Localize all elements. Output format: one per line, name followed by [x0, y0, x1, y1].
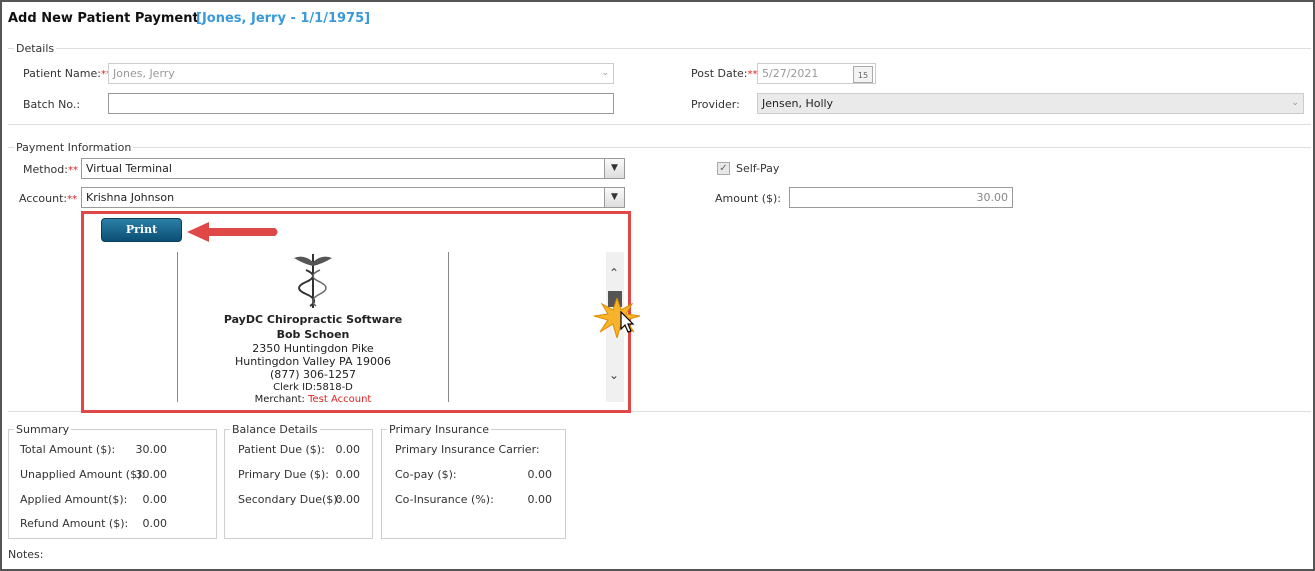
payment-legend: Payment Information — [14, 141, 134, 154]
mouse-cursor-icon — [620, 311, 635, 333]
insurance-label: Co-pay ($): — [395, 468, 457, 481]
post-date-label: Post Date:** — [691, 67, 758, 80]
account-label: Account:** — [19, 192, 78, 205]
details-bottom-divider — [8, 124, 1311, 125]
method-value: Virtual Terminal — [86, 162, 172, 175]
batch-input[interactable] — [108, 93, 614, 114]
self-pay-label: Self-Pay — [736, 162, 780, 175]
amount-input[interactable]: 30.00 — [789, 187, 1013, 208]
patient-tag: [Jones, Jerry - 1/1/1975] — [196, 11, 371, 26]
chevron-down-icon: ⌄ — [601, 68, 609, 78]
account-value: Krishna Johnson — [86, 191, 175, 204]
scroll-down-icon[interactable]: ⌄ — [609, 368, 619, 382]
amount-label: Amount ($): — [715, 192, 782, 205]
provider-label: Provider: — [691, 98, 740, 111]
provider-value: Jensen, Holly — [762, 97, 834, 110]
insurance-legend: Primary Insurance — [387, 423, 491, 436]
receipt-merchant: Merchant: Test Account — [254, 394, 372, 404]
receipt-name: Bob Schoen — [276, 328, 350, 341]
summary-value: 0.00 — [142, 493, 168, 506]
patient-name-label: Patient Name:** — [23, 67, 111, 80]
method-dropdown[interactable]: Virtual Terminal ▼ — [81, 158, 625, 179]
receipt-address2: Huntingdon Valley PA 19006 — [235, 355, 391, 368]
balance-label: Patient Due ($): — [238, 443, 325, 456]
summary-value: 30.00 — [135, 443, 168, 456]
balance-value: 0.00 — [335, 468, 361, 481]
required-mark: ** — [67, 165, 78, 176]
balance-value: 0.00 — [335, 443, 361, 456]
patient-name-dropdown[interactable]: Jones, Jerry ⌄ — [108, 63, 614, 84]
payment-window: Add New Patient Payment [Jones, Jerry - … — [0, 0, 1315, 571]
chevron-down-icon: ⌄ — [1291, 98, 1299, 108]
summary-label: Total Amount ($): — [20, 443, 116, 456]
dropdown-arrow-icon[interactable]: ▼ — [604, 188, 624, 207]
print-receipt-button[interactable]: Print Receipt — [101, 218, 182, 258]
caduceus-logo-icon — [294, 254, 332, 308]
receipt-address1: 2350 Huntingdon Pike — [252, 342, 374, 355]
balance-value: 0.00 — [335, 493, 361, 506]
required-mark: ** — [67, 194, 78, 205]
page-title: Add New Patient Payment — [8, 11, 199, 26]
post-date-input[interactable]: 5/27/2021 15 — [757, 63, 876, 84]
insurance-value: 0.00 — [527, 468, 553, 481]
notes-label: Notes: — [8, 548, 44, 561]
post-date-value: 5/27/2021 — [762, 67, 819, 80]
arrow-left-icon — [187, 222, 278, 242]
self-pay-checkbox[interactable]: ✓ — [717, 162, 730, 175]
insurance-label: Primary Insurance Carrier: — [395, 443, 540, 456]
receipt-company: PayDC Chiropractic Software — [223, 313, 403, 326]
summary-label: Refund Amount ($): — [20, 517, 129, 530]
summary-label: Applied Amount($): — [20, 493, 128, 506]
dropdown-arrow-icon[interactable]: ▼ — [604, 159, 624, 178]
summary-value: 30.00 — [135, 468, 168, 481]
balance-legend: Balance Details — [230, 423, 320, 436]
method-label: Method:** — [23, 163, 78, 176]
receipt-phone: (877) 306-1257 — [269, 368, 357, 381]
payment-top-divider — [8, 147, 1311, 148]
batch-label: Batch No.: — [23, 98, 81, 111]
summary-legend: Summary — [14, 423, 72, 436]
details-top-divider — [8, 48, 1311, 49]
summary-value: 0.00 — [142, 517, 168, 530]
provider-dropdown[interactable]: Jensen, Holly ⌄ — [757, 93, 1304, 114]
receipt-clerk: Clerk ID:5818-D — [273, 382, 353, 393]
insurance-label: Co-Insurance (%): — [395, 493, 494, 506]
account-dropdown[interactable]: Krishna Johnson ▼ — [81, 187, 625, 208]
balance-label: Primary Due ($): — [238, 468, 329, 481]
receipt-right-border — [448, 252, 449, 402]
patient-name-value: Jones, Jerry — [113, 67, 175, 80]
insurance-value: 0.00 — [527, 493, 553, 506]
calendar-icon[interactable]: 15 — [853, 66, 873, 83]
scroll-up-icon[interactable]: ⌃ — [609, 266, 619, 280]
details-legend: Details — [14, 42, 57, 55]
